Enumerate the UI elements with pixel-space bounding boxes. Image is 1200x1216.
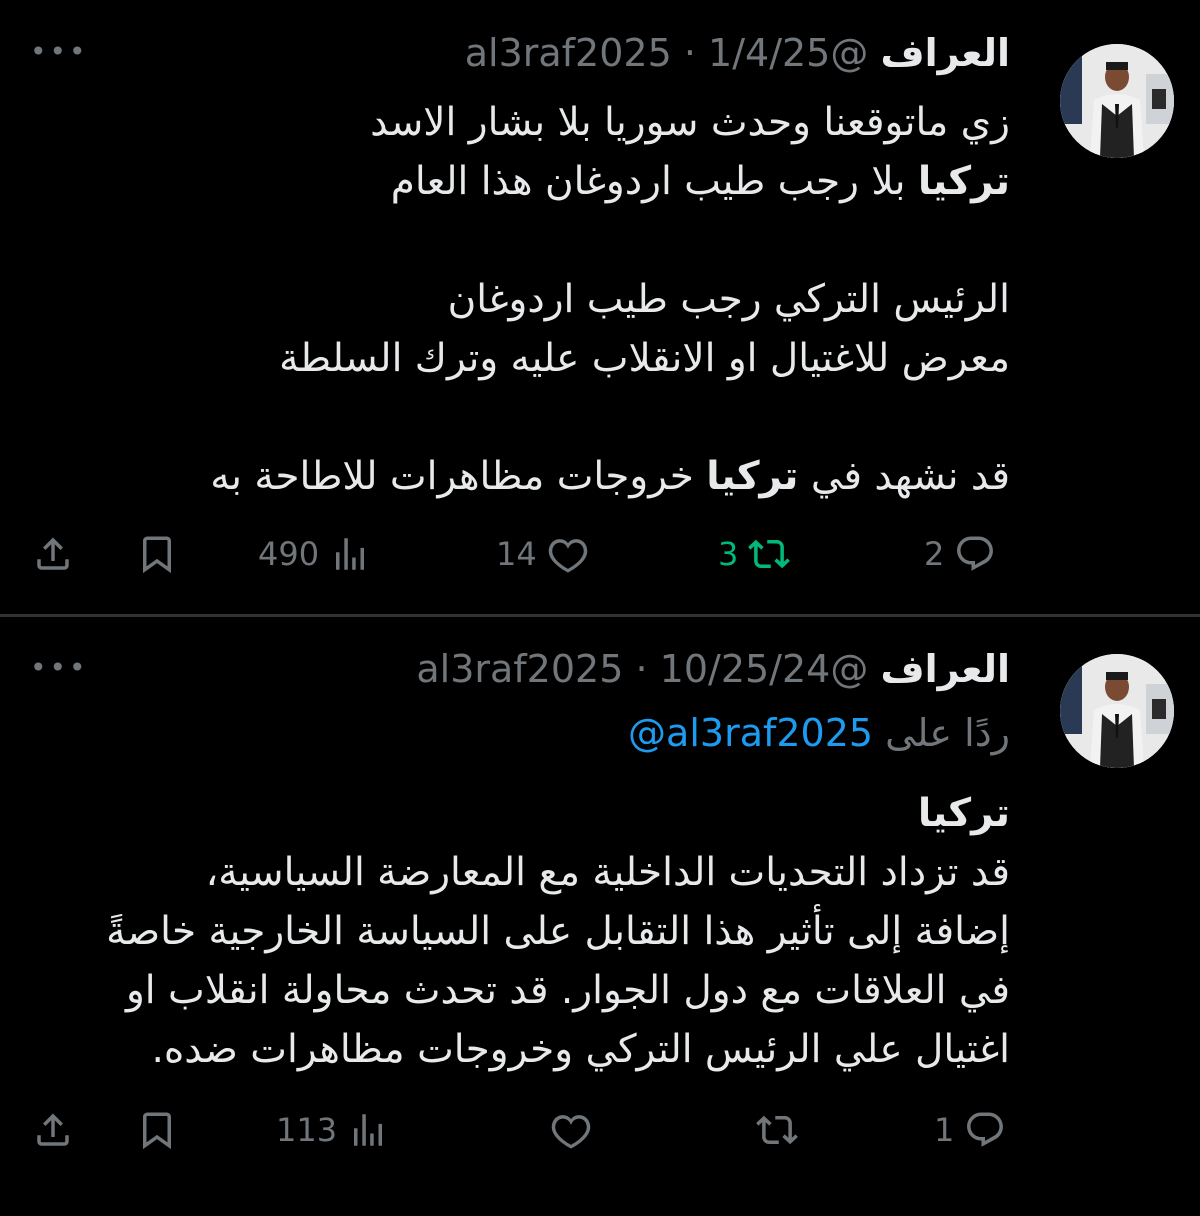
display-name[interactable]: العراف <box>880 31 1010 75</box>
avatar[interactable] <box>1060 44 1174 158</box>
repost-button[interactable] <box>756 1100 798 1160</box>
tweet-line: اغتيال علي الرئيس التركي وخروجات مظاهرات… <box>50 1020 1010 1079</box>
replying-to-mention[interactable]: @al3raf2025 <box>628 711 873 755</box>
like-count: 14 <box>496 535 537 573</box>
tweet-text: خروجات مظاهرات للاطاحة به <box>210 454 707 499</box>
reply-bubble-icon <box>957 536 994 571</box>
views-count: 490 <box>258 535 320 573</box>
tweet-date[interactable]: 1/4/25 <box>708 31 830 75</box>
share-icon <box>37 1113 69 1146</box>
tweet-line <box>50 211 1010 270</box>
tweet[interactable]: ••• العراف @al3raf2025 · 10/25/24 ردًا ع… <box>0 618 1200 1216</box>
views-button[interactable]: 490 <box>258 524 371 584</box>
repost-icon <box>748 539 791 569</box>
tweet-date[interactable]: 10/25/24 <box>660 647 831 691</box>
like-button[interactable]: 14 <box>496 524 589 584</box>
bookmark-button[interactable] <box>136 524 178 584</box>
tweet-text: بلا رجب طيب اردوغان هذا العام <box>390 159 918 204</box>
tweet-line: إضافة إلى تأثير هذا التقابل على السياسة … <box>50 902 1010 961</box>
action-bar: 1 113 <box>0 1100 1200 1160</box>
tweet-text: اغتيال علي الرئيس التركي وخروجات مظاهرات… <box>151 1027 1010 1072</box>
hashtag-keyword[interactable]: تركيا <box>918 159 1010 204</box>
bookmark-icon <box>143 1112 171 1150</box>
views-bar-chart-icon <box>336 538 365 570</box>
tweet-line: تركيا <box>50 784 1010 843</box>
bookmark-icon <box>143 536 171 574</box>
separator: · <box>683 31 696 75</box>
tweet-text: قد تزداد التحديات الداخلية مع المعارضة ا… <box>205 850 1010 895</box>
tweet-line: زي ماتوقعنا وحدث سوريا بلا بشار الاسد <box>50 93 1010 152</box>
replying-to: ردًا على @al3raf2025 <box>628 710 1010 756</box>
tweet-line <box>50 388 1010 447</box>
repost-count: 3 <box>718 535 739 573</box>
tweet-text: معرض للاغتيال او الانقلاب عليه وترك السل… <box>279 336 1010 381</box>
tweet-line: تركيا بلا رجب طيب اردوغان هذا العام <box>50 152 1010 211</box>
tweet-text: الرئيس التركي رجب طيب اردوغان <box>447 277 1010 322</box>
share-button[interactable] <box>32 524 74 584</box>
tweet-text: زي ماتوقعنا وحدث سوريا بلا بشار الاسد <box>370 100 1010 145</box>
tweet-header: العراف @al3raf2025 · 1/4/25 <box>465 30 1010 76</box>
views-count: 113 <box>276 1111 338 1149</box>
more-horizontal-icon[interactable]: ••• <box>30 38 89 66</box>
display-name[interactable]: العراف <box>880 647 1010 691</box>
replying-to-label: ردًا على <box>885 711 1010 755</box>
avatar[interactable] <box>1060 654 1174 768</box>
divider <box>0 614 1200 617</box>
more-horizontal-icon[interactable]: ••• <box>30 654 89 682</box>
tweet-header: العراف @al3raf2025 · 10/25/24 <box>416 646 1010 692</box>
tweet-line: في العلاقات مع دول الجوار. قد تحدث محاول… <box>50 961 1010 1020</box>
reply-button[interactable]: 1 <box>934 1100 1006 1160</box>
repost-icon <box>756 1115 798 1145</box>
tweet-body: زي ماتوقعنا وحدث سوريا بلا بشار الاسد ترك… <box>50 93 1010 506</box>
views-button[interactable]: 113 <box>276 1100 389 1160</box>
bookmark-button[interactable] <box>136 1100 178 1160</box>
tweet-text: قد نشهد في <box>798 454 1010 499</box>
heart-icon <box>551 1115 591 1149</box>
share-icon <box>37 537 69 570</box>
like-button[interactable] <box>550 1100 592 1160</box>
share-button[interactable] <box>32 1100 74 1160</box>
repost-button[interactable]: 3 <box>718 524 791 584</box>
separator: · <box>635 647 648 691</box>
hashtag-keyword[interactable]: تركيا <box>706 454 798 499</box>
hashtag-keyword[interactable]: تركيا <box>918 791 1010 836</box>
tweet[interactable]: ••• العراف @al3raf2025 · 1/4/25 زي ماتوق… <box>0 0 1200 614</box>
tweet-line: قد تزداد التحديات الداخلية مع المعارضة ا… <box>50 843 1010 902</box>
reply-button[interactable]: 2 <box>924 524 996 584</box>
reply-bubble-icon <box>967 1112 1004 1147</box>
reply-count: 2 <box>924 535 945 573</box>
views-bar-chart-icon <box>354 1114 383 1146</box>
tweet-text: إضافة إلى تأثير هذا التقابل على السياسة … <box>106 909 1010 954</box>
reply-count: 1 <box>934 1111 955 1149</box>
tweet-body: تركيا قد تزداد التحديات الداخلية مع المعا… <box>50 784 1010 1079</box>
heart-icon <box>548 539 587 573</box>
tweet-line: معرض للاغتيال او الانقلاب عليه وترك السل… <box>50 329 1010 388</box>
tweet-line: قد نشهد في تركيا خروجات مظاهرات للاطاحة … <box>50 447 1010 506</box>
tweet-text: في العلاقات مع دول الجوار. قد تحدث محاول… <box>125 968 1010 1013</box>
action-bar: 2 3 14 490 <box>0 524 1200 584</box>
tweet-line: الرئيس التركي رجب طيب اردوغان <box>50 270 1010 329</box>
